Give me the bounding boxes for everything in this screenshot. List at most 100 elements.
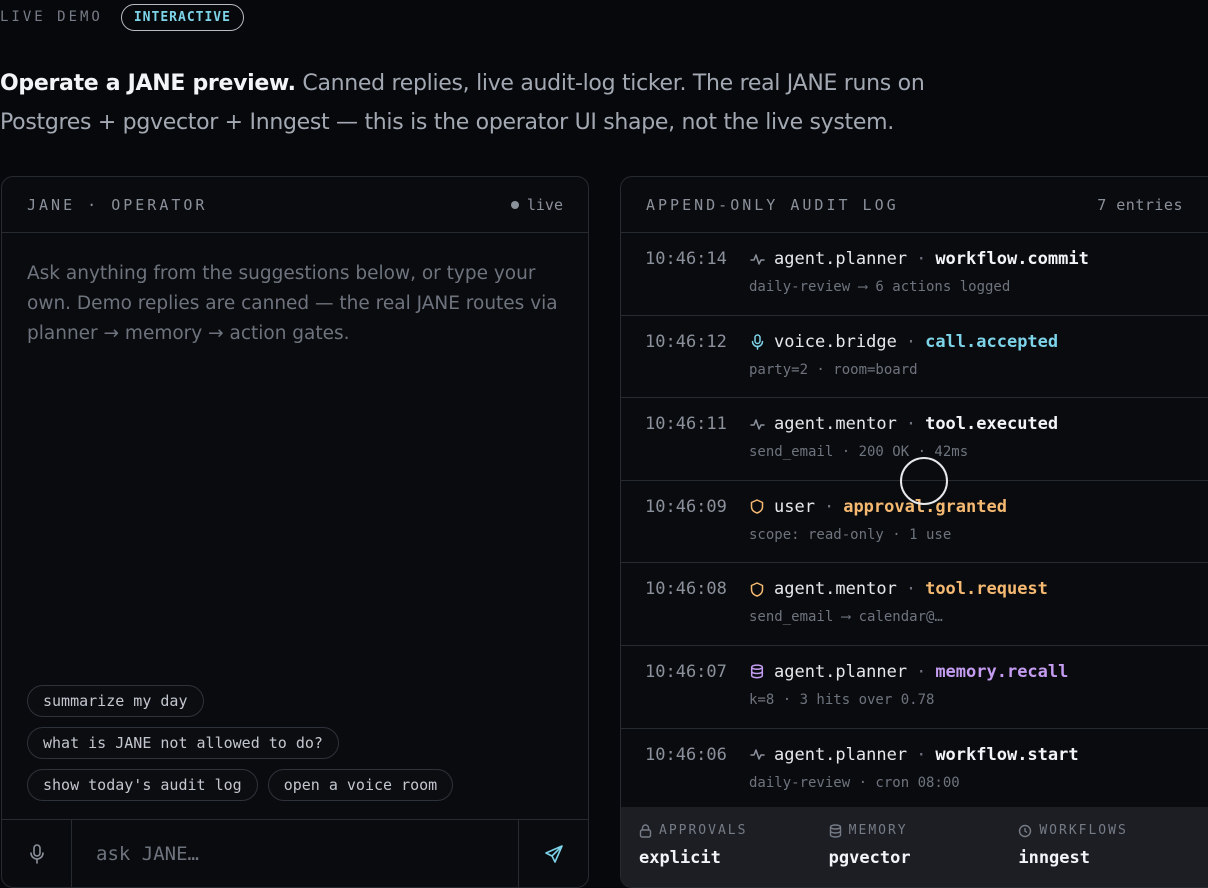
audit-log-row: 10:46:12 voice.bridge · call.accepted party=…: [621, 316, 1208, 399]
suggestion-voice-room[interactable]: open a voice room: [267, 769, 454, 801]
entry-count: 7 entries: [1097, 195, 1183, 214]
log-detail: send_email · 200 OK · 42ms: [749, 444, 969, 461]
log-source: agent.planner: [774, 249, 908, 269]
audit-log-row: 10:46:14 agent.planner · workflow.commit dai…: [621, 233, 1208, 316]
audit-log-row: 10:46:07 agent.planner · memory.recall k=8 ·…: [621, 646, 1208, 729]
log-source: voice.bridge: [774, 331, 897, 352]
live-indicator: live: [510, 195, 563, 214]
log-separator: ·: [905, 579, 917, 600]
log-event: workflow.commit: [935, 249, 1089, 269]
log-event: call.accepted: [925, 331, 1059, 352]
log-main: agent.planner · workflow.commit: [749, 249, 1089, 269]
log-main: agent.planner · workflow.start: [749, 745, 1079, 765]
audit-log-row: 10:46:11 agent.mentor · tool.executed send_e…: [621, 398, 1208, 481]
live-label: live: [526, 195, 563, 214]
activity-icon: [749, 251, 765, 267]
log-source: agent.mentor: [774, 579, 897, 600]
footer-approvals-value: explicit: [639, 848, 721, 868]
audit-footer: APPROVALS explicit MEMORY pgvector WORKF…: [621, 807, 1208, 887]
audit-log-title: APPEND-ONLY AUDIT LOG: [646, 195, 899, 214]
log-separator: ·: [916, 249, 927, 269]
log-event: memory.recall: [935, 661, 1069, 682]
log-source: agent.mentor: [774, 414, 897, 435]
audit-log-row: 10:46:06 agent.planner · workflow.start dail…: [621, 729, 1208, 812]
interactive-badge: INTERACTIVE: [120, 3, 244, 31]
audit-log-row: 10:46:09 user · approval.granted scope: read…: [621, 481, 1208, 564]
log-detail: party=2 · room=board: [749, 361, 918, 378]
operator-title: JANE · OPERATOR: [27, 195, 208, 214]
log-main: agent.mentor · tool.executed: [749, 414, 1058, 434]
mic-icon: [29, 843, 44, 864]
activity-icon: [749, 747, 765, 763]
mic-button[interactable]: [2, 820, 72, 887]
log-time: 10:46:11: [645, 414, 727, 435]
suggestion-summarize-day[interactable]: summarize my day: [27, 685, 204, 717]
footer-memory-label: MEMORY: [848, 823, 908, 838]
log-separator: ·: [823, 496, 835, 517]
log-event: tool.request: [925, 579, 1048, 600]
log-separator: ·: [905, 414, 917, 435]
log-separator: ·: [916, 744, 927, 765]
log-time: 10:46:14: [645, 249, 727, 269]
audit-log-list: 10:46:14 agent.planner · workflow.commit dai…: [621, 233, 1208, 812]
live-dot-icon: [510, 200, 519, 209]
chip-row: show today's audit log open a voice room: [27, 769, 587, 801]
log-separator: ·: [905, 331, 917, 352]
log-separator: ·: [916, 661, 927, 682]
suggestion-not-allowed[interactable]: what is JANE not allowed to do?: [27, 727, 339, 759]
log-detail: daily-review · cron 08:00: [749, 774, 960, 791]
log-main: agent.mentor · tool.request: [749, 579, 1048, 599]
database-icon: [749, 664, 765, 680]
operator-panel: JANE · OPERATOR live Ask anything from t…: [1, 176, 589, 888]
footer-workflows-label: WORKFLOWS: [1039, 823, 1128, 838]
log-detail: k=8 · 3 hits over 0.78: [749, 691, 935, 708]
footer-workflows: WORKFLOWS inngest: [1018, 807, 1208, 887]
suggestion-audit-log[interactable]: show today's audit log: [27, 769, 258, 801]
section-eyebrow: LIVE DEMO INTERACTIVE: [0, 2, 244, 32]
footer-memory-value: pgvector: [828, 848, 911, 868]
log-main: voice.bridge · call.accepted: [749, 332, 1058, 352]
operator-panel-header: JANE · OPERATOR live: [2, 177, 588, 233]
database-icon: [829, 823, 841, 838]
audit-log-row: 10:46:08 agent.mentor · tool.request send_em…: [621, 563, 1208, 646]
chip-row: what is JANE not allowed to do?: [27, 727, 587, 759]
footer-workflows-value: inngest: [1018, 848, 1090, 868]
log-time: 10:46:09: [645, 496, 727, 517]
log-main: agent.planner · memory.recall: [749, 662, 1068, 682]
log-time: 10:46:12: [645, 331, 727, 352]
log-event: tool.executed: [925, 414, 1059, 435]
send-icon: [544, 844, 563, 863]
log-detail: scope: read-only · 1 use: [749, 526, 952, 543]
log-time: 10:46:06: [645, 744, 727, 765]
clock-icon: [1019, 824, 1032, 837]
shield-icon: [749, 499, 765, 515]
log-source: user: [774, 496, 815, 517]
eyebrow-label: LIVE DEMO: [0, 9, 103, 25]
log-source: agent.planner: [774, 744, 908, 765]
log-time: 10:46:07: [645, 661, 727, 682]
audit-log-header: APPEND-ONLY AUDIT LOG 7 entries: [621, 177, 1208, 233]
lock-icon: [639, 823, 652, 838]
footer-memory: MEMORY pgvector: [829, 807, 1019, 887]
operator-prompt: Ask anything from the suggestions below,…: [27, 263, 558, 344]
log-event: workflow.start: [935, 744, 1079, 765]
log-detail: send_email ⟶ calendar@…: [749, 609, 943, 626]
intro-text: Operate a JANE preview. Canned replies, …: [0, 64, 1000, 142]
footer-approvals-label: APPROVALS: [659, 823, 748, 838]
log-event: approval.granted: [843, 496, 1007, 517]
log-detail: daily-review ⟶ 6 actions logged: [749, 279, 1011, 295]
activity-icon: [749, 416, 765, 432]
shield-icon: [749, 581, 765, 597]
log-time: 10:46:08: [645, 579, 727, 600]
send-button[interactable]: [518, 820, 588, 887]
mic-icon: [749, 333, 765, 350]
log-main: user · approval.granted: [749, 497, 1007, 517]
chip-row: summarize my day: [27, 685, 587, 717]
composer: [2, 819, 588, 887]
audit-log-panel: APPEND-ONLY AUDIT LOG 7 entries 10:46:14…: [620, 176, 1208, 888]
suggestion-chips: summarize my day what is JANE not allowe…: [27, 685, 587, 811]
intro-bold: Operate a JANE preview.: [0, 71, 296, 96]
footer-approvals: APPROVALS explicit: [639, 807, 829, 887]
log-source: agent.planner: [774, 661, 908, 682]
ask-input[interactable]: [72, 820, 518, 887]
